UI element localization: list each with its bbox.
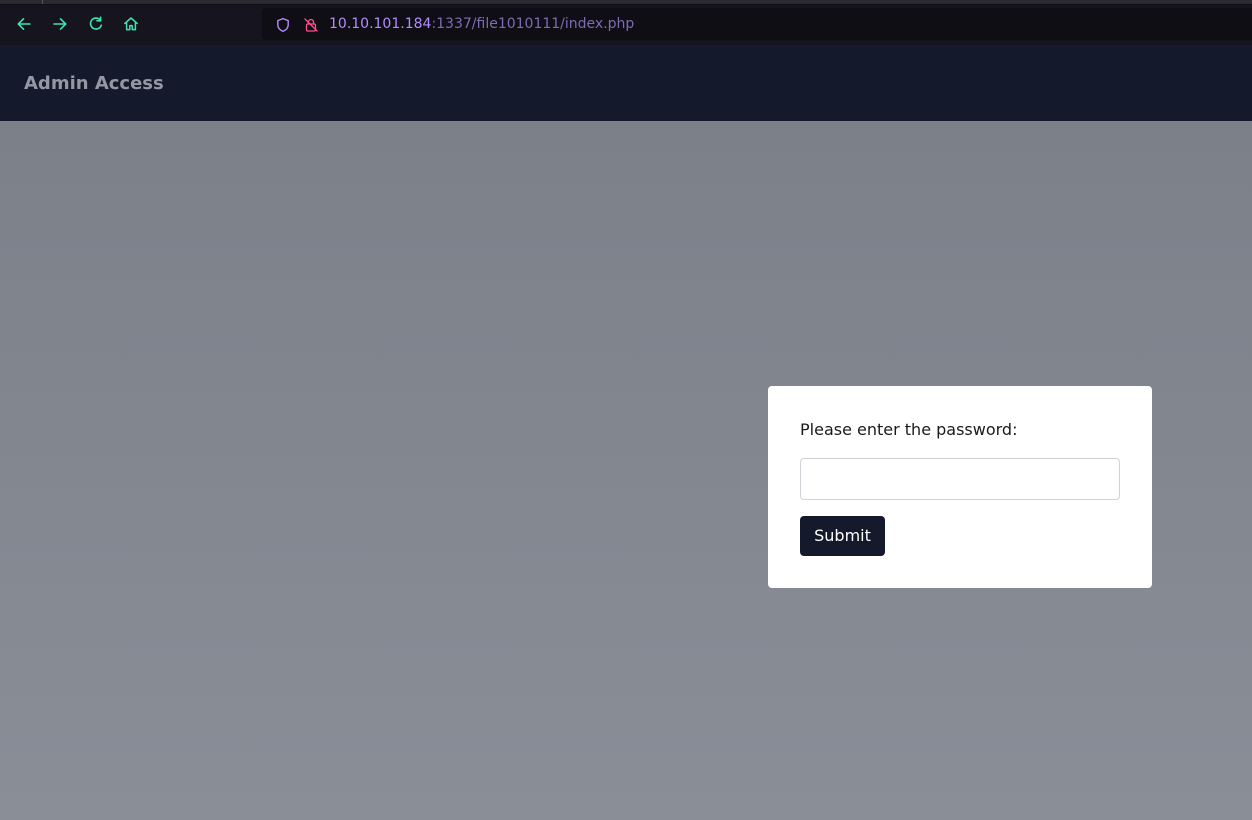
tab-strip-border (0, 4, 1252, 5)
tracking-protection-button[interactable] (274, 16, 292, 34)
forward-button[interactable] (49, 13, 71, 35)
home-button[interactable] (120, 13, 142, 35)
submit-button[interactable]: Submit (800, 516, 885, 556)
password-input[interactable] (800, 458, 1120, 500)
page-title: Admin Access (24, 73, 164, 94)
insecure-lock-icon (304, 18, 318, 32)
url-host: 10.10.101.184 (329, 16, 432, 32)
url-bar[interactable]: 10.10.101.184:1337/file1010111/index.php (262, 8, 1252, 40)
url-text[interactable]: 10.10.101.184:1337/file1010111/index.php (329, 15, 634, 33)
reload-button[interactable] (85, 13, 107, 35)
url-path: :1337/file1010111/index.php (431, 16, 635, 32)
password-prompt-label: Please enter the password: (800, 420, 1018, 439)
back-button[interactable] (13, 13, 35, 35)
password-form-card: Please enter the password: Submit (768, 386, 1152, 588)
arrow-right-icon (53, 18, 67, 30)
arrow-left-icon (17, 18, 31, 30)
home-icon (124, 17, 138, 31)
browser-toolbar: 10.10.101.184:1337/file1010111/index.php (0, 0, 1252, 45)
shield-icon (277, 17, 289, 33)
connection-info-button[interactable] (302, 16, 320, 34)
site-header: Admin Access (0, 45, 1252, 121)
reload-icon (89, 16, 103, 30)
